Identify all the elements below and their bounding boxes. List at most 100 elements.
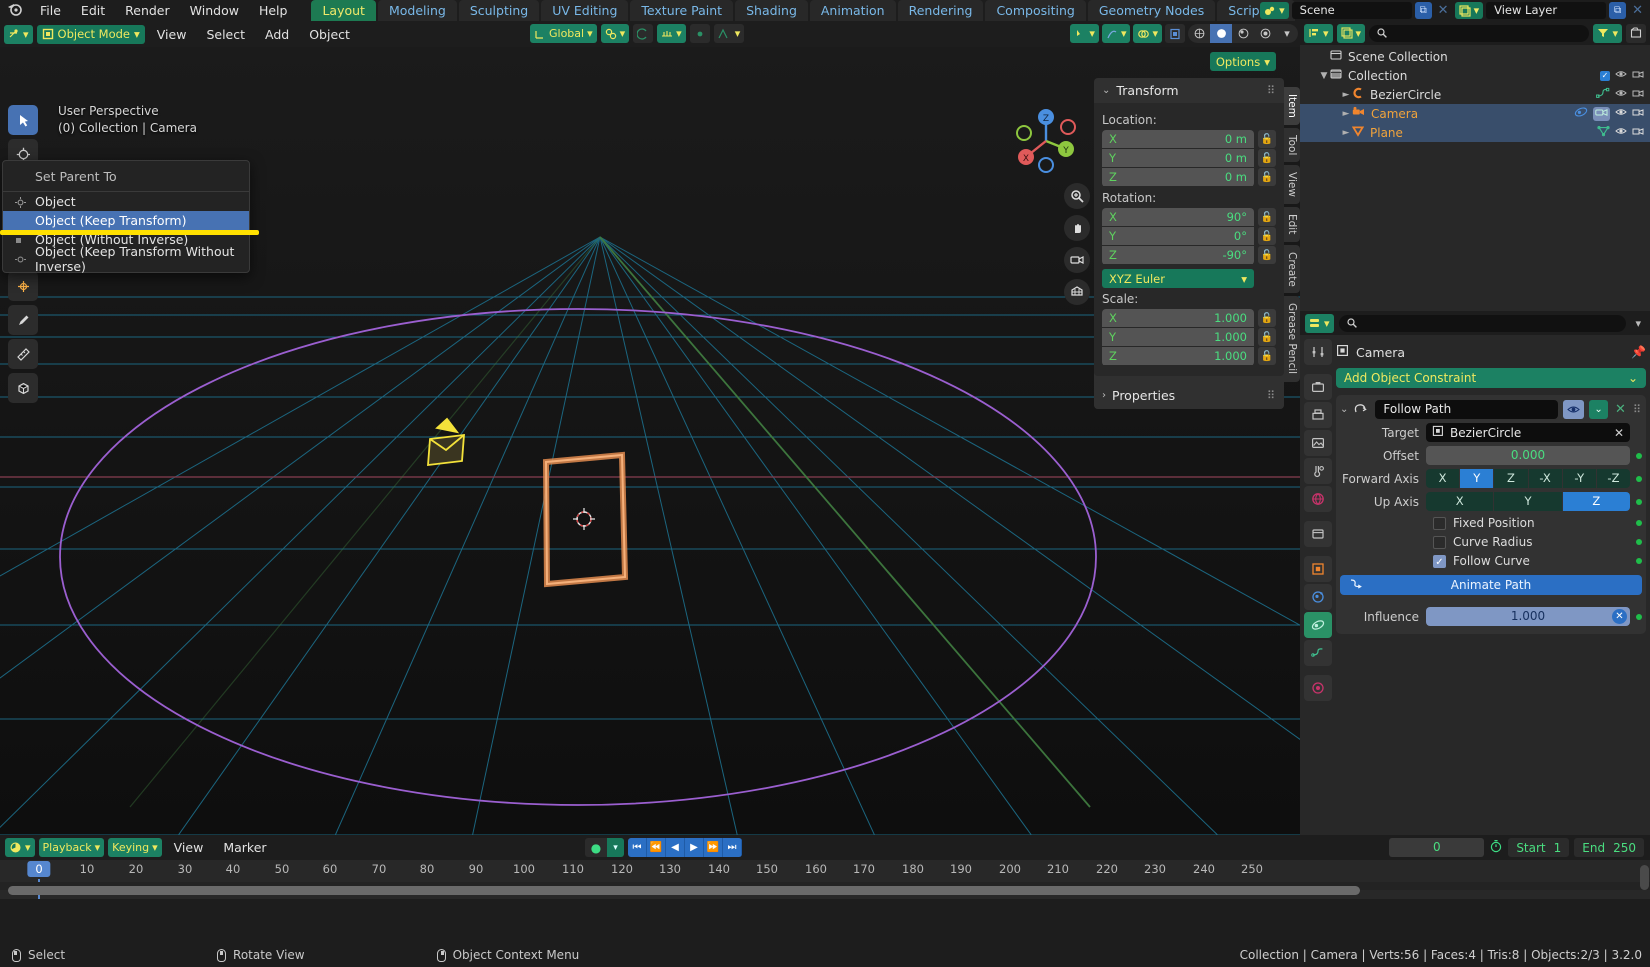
animate-property-dot[interactable] [1636,613,1642,620]
properties-tab-modifiers[interactable] [1304,584,1332,610]
workspace-tab-shading[interactable]: Shading [735,0,808,21]
animate-property-dot[interactable] [1636,452,1642,459]
xray-toggle-icon[interactable] [1165,24,1185,43]
workspace-tab-sculpting[interactable]: Sculpting [458,0,540,21]
context-menu-item-object-keep-transform-without-inverse[interactable]: Object (Keep Transform Without Inverse) [3,244,249,274]
viewport-menu-view[interactable]: View [149,27,195,42]
shading-dropdown-icon[interactable]: ▾ [1276,24,1298,43]
viewport-menu-add[interactable]: Add [257,27,297,42]
annotate-tool-icon[interactable] [8,305,38,335]
lock-location-z-icon[interactable]: 🔓 [1258,168,1276,186]
constraint-icon[interactable] [1574,106,1588,121]
jump-to-start-icon[interactable]: ⏮ [628,838,647,857]
constraint-visibility-eye-icon[interactable] [1563,400,1585,419]
material-preview-shading-icon[interactable] [1232,24,1254,43]
jump-to-next-keyframe-icon[interactable]: ⏩ [704,838,723,857]
workspace-tab-texture-paint[interactable]: Texture Paint [630,0,734,21]
show-overlays-icon[interactable]: ▾ [1133,24,1162,43]
rotation-z-field[interactable]: Z -90° [1102,246,1254,264]
playback-popover-button[interactable]: Playback ▾ [38,838,105,857]
workspace-tab-geometry-nodes[interactable]: Geometry Nodes [1087,0,1216,21]
show-gizmo-icon[interactable]: ▾ [1101,24,1131,43]
panel-drag-handle[interactable]: ⠿ [1267,84,1276,97]
object-mode-selector[interactable]: Object Mode ▾ [36,24,145,44]
scale-y-field[interactable]: Y 1.000 [1102,328,1254,346]
measure-tool-icon[interactable] [8,339,38,369]
timeline-horizontal-scrollbar[interactable] [8,886,1360,895]
use-preview-range-icon[interactable] [1489,839,1503,857]
scale-x-field[interactable]: X 1.000 [1102,309,1254,327]
animate-property-dot[interactable] [1636,475,1642,482]
offset-field[interactable]: 0.000 [1426,446,1630,465]
constraint-name-field[interactable]: Follow Path [1375,400,1559,419]
menu-render[interactable]: Render [115,0,180,21]
jump-to-end-icon[interactable]: ⏭ [723,838,742,857]
lock-location-x-icon[interactable]: 🔓 [1258,130,1276,148]
play-icon[interactable]: ▶ [685,838,704,857]
properties-tab-world[interactable] [1304,486,1332,512]
follow-curve-checkbox[interactable]: ✓ [1433,554,1446,568]
lock-rotation-y-icon[interactable]: 🔓 [1258,227,1276,245]
properties-tab-material[interactable] [1304,675,1332,701]
expand-toggle[interactable]: ► [1340,128,1352,138]
transform-orientation-selector[interactable]: Global ▾ [530,24,597,43]
eye-icon[interactable] [1615,87,1627,102]
rotation-mode-dropdown[interactable]: XYZ Euler ▾ [1102,269,1254,288]
workspace-tab-modeling[interactable]: Modeling [377,0,457,21]
lock-scale-x-icon[interactable]: 🔓 [1258,309,1276,327]
outliner-display-mode-icon[interactable]: ▾ [1336,23,1366,43]
eye-icon[interactable] [1615,106,1627,121]
clear-target-icon[interactable]: ✕ [1614,426,1624,440]
frame-start-field[interactable]: Start 1 [1508,838,1570,857]
clear-influence-animation-icon[interactable]: ✕ [1612,609,1627,624]
properties-tab-view-layer[interactable] [1304,430,1332,456]
properties-tab-output[interactable] [1304,402,1332,428]
scene-browse-icon[interactable]: ▾ [1260,2,1289,19]
pan-icon[interactable] [1064,215,1090,241]
editor-type-icon[interactable]: ▾ [4,24,33,44]
navigation-gizmo[interactable]: Z Y X [1010,105,1082,177]
keying-popover-button[interactable]: Keying ▾ [108,838,162,857]
add-cube-tool-icon[interactable] [8,373,38,403]
context-menu-item-object-keep-transform[interactable]: Object (Keep Transform) [3,211,249,230]
lock-scale-z-icon[interactable]: 🔓 [1258,347,1276,365]
camera-data-icon[interactable] [1593,106,1610,121]
menu-edit[interactable]: Edit [71,0,115,21]
menu-file[interactable]: File [30,0,71,21]
outliner-row-scene-collection[interactable]: Scene Collection [1300,47,1650,66]
current-frame-field[interactable]: 0 [1389,838,1485,857]
expand-toggle[interactable]: ► [1340,109,1352,119]
camera-icon[interactable] [1632,106,1644,121]
wireframe-shading-icon[interactable] [1188,24,1210,43]
workspace-tab-uv-editing[interactable]: UV Editing [541,0,629,21]
lock-rotation-z-icon[interactable]: 🔓 [1258,246,1276,264]
properties-filter-icon[interactable]: ▾ [1631,314,1645,333]
mesh-data-icon[interactable] [1597,125,1610,140]
toggle-ortho-icon[interactable] [1064,279,1090,305]
timeline-ruler[interactable]: 10 20 30 40 50 60 70 80 90 100 110 120 1… [0,860,1650,907]
pin-icon[interactable]: 📌 [1631,345,1646,359]
forward-axis-option-neg-x[interactable]: -X [1528,469,1562,488]
eye-icon[interactable] [1615,68,1627,83]
curve-data-icon[interactable] [1596,87,1610,102]
rotation-y-field[interactable]: Y 0° [1102,227,1254,245]
snap-target-icon[interactable]: ▾ [657,24,686,43]
sidebar-tab-tool[interactable]: Tool [1284,127,1300,163]
location-y-field[interactable]: Y 0 m [1102,149,1254,167]
auto-keying-toggle[interactable]: ● ▾ [585,838,624,857]
remove-view-layer-button[interactable]: ✕ [1629,3,1646,18]
scene-name-field[interactable]: Scene [1291,2,1412,19]
lock-rotation-x-icon[interactable]: 🔓 [1258,208,1276,226]
timeline-menu-marker[interactable]: Marker [215,840,274,855]
animate-property-dot[interactable] [1636,498,1642,505]
animate-property-dot[interactable] [1636,520,1642,526]
curve-radius-checkbox[interactable] [1433,535,1446,549]
context-menu-item-object[interactable]: Object [3,192,249,211]
zoom-icon[interactable] [1064,183,1090,209]
sidebar-tab-grease-pencil[interactable]: Grease Pencil [1284,296,1300,382]
outliner-search-input[interactable] [1369,24,1590,42]
properties-tab-object-data[interactable] [1304,640,1332,666]
animate-property-dot[interactable] [1636,558,1642,564]
animate-property-dot[interactable] [1636,539,1642,545]
remove-scene-button[interactable]: ✕ [1435,3,1452,18]
